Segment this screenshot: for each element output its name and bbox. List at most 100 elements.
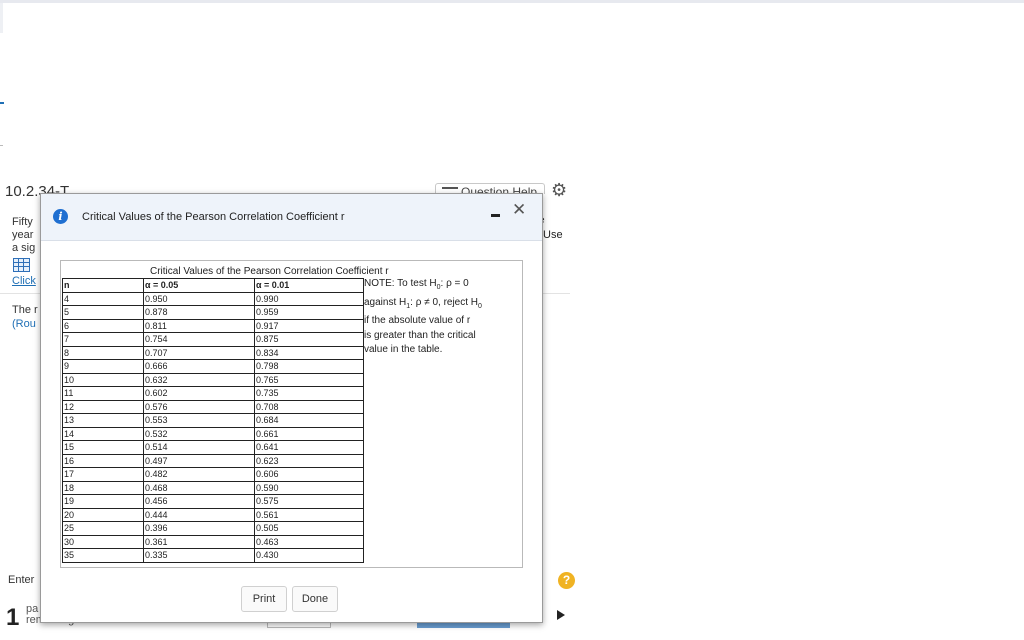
print-button[interactable]: Print: [241, 586, 287, 612]
table-row: 15 0.514 0.641: [62, 440, 364, 455]
dialog-header: i Critical Values of the Pearson Correla…: [41, 194, 542, 241]
cell-alpha-01: 0.505: [254, 521, 364, 536]
cell-alpha-01: 0.959: [254, 305, 364, 320]
critical-values-table: n α = 0.05 α = 0.01 4 0.950 0.990 5 0.878 0.9…: [62, 278, 364, 563]
question-text-line2: year: [12, 229, 34, 241]
cell-alpha-01: 0.735: [254, 386, 364, 401]
table-row: 9 0.666 0.798: [62, 359, 364, 374]
table-row: 25 0.396 0.505: [62, 521, 364, 536]
cell-n: 30: [62, 534, 144, 549]
cell-alpha-01: 0.765: [254, 372, 364, 387]
cell-alpha-05: 0.553: [143, 413, 255, 428]
cell-alpha-05: 0.532: [143, 426, 255, 441]
cell-alpha-05: 0.497: [143, 453, 255, 468]
dialog-title: Critical Values of the Pearson Correlati…: [82, 211, 345, 223]
click-link[interactable]: Click: [12, 275, 36, 287]
cell-alpha-01: 0.661: [254, 426, 364, 441]
help-icon[interactable]: ?: [558, 572, 575, 589]
cell-alpha-05: 0.754: [143, 332, 255, 347]
table-title: Critical Values of the Pearson Correlati…: [150, 266, 389, 277]
table-row: 7 0.754 0.875: [62, 332, 364, 347]
progress-marker: [0, 102, 4, 104]
cell-alpha-05: 0.444: [143, 507, 255, 522]
minimize-icon[interactable]: [491, 214, 500, 217]
data-table-icon[interactable]: [13, 258, 30, 272]
table-row: 30 0.361 0.463: [62, 534, 364, 549]
question-text-line3: a sig: [12, 242, 36, 254]
cell-alpha-01: 0.684: [254, 413, 364, 428]
cell-n: 14: [62, 426, 144, 441]
table-row: 5 0.878 0.959: [62, 305, 364, 320]
cell-n: 11: [62, 386, 144, 401]
close-icon[interactable]: ✕: [512, 202, 526, 219]
cell-alpha-05: 0.707: [143, 345, 255, 360]
cell-alpha-01: 0.875: [254, 332, 364, 347]
critical-values-dialog: i Critical Values of the Pearson Correla…: [40, 193, 543, 623]
column-header-alpha-01: α = 0.01: [254, 278, 364, 293]
cell-n: 12: [62, 399, 144, 414]
cell-n: 15: [62, 440, 144, 455]
enter-instruction: Enter: [8, 574, 35, 586]
cell-alpha-05: 0.950: [143, 291, 255, 306]
gear-icon[interactable]: ⚙: [551, 180, 567, 201]
next-arrow-icon[interactable]: [557, 610, 565, 620]
cell-n: 4: [62, 291, 144, 306]
table-row: 35 0.335 0.430: [62, 548, 364, 563]
table-row: 10 0.632 0.765: [62, 372, 364, 387]
answer-input[interactable]: [267, 623, 331, 628]
hypothesis-note: NOTE: To test H0: ρ = 0 against H1: ρ ≠ …: [364, 277, 482, 358]
table-row: 14 0.532 0.661: [62, 426, 364, 441]
table-row: 13 0.553 0.684: [62, 413, 364, 428]
divider-mark: [0, 145, 3, 146]
cell-n: 19: [62, 494, 144, 509]
note-line5: value in the table.: [364, 344, 443, 355]
cell-n: 16: [62, 453, 144, 468]
cell-alpha-01: 0.606: [254, 467, 364, 482]
note-line2-mid: : ρ ≠ 0, reject H: [410, 296, 479, 308]
table-row: 8 0.707 0.834: [62, 345, 364, 360]
cell-alpha-05: 0.396: [143, 521, 255, 536]
table-header-row: n α = 0.05 α = 0.01: [62, 278, 364, 293]
top-banner: [0, 0, 1024, 3]
cell-alpha-05: 0.335: [143, 548, 255, 563]
cell-n: 25: [62, 521, 144, 536]
table-row: 16 0.497 0.623: [62, 453, 364, 468]
check-answer-button[interactable]: [417, 623, 510, 628]
cell-alpha-05: 0.482: [143, 467, 255, 482]
cell-n: 10: [62, 372, 144, 387]
note-line3: if the absolute value of r: [364, 315, 471, 326]
cell-alpha-01: 0.561: [254, 507, 364, 522]
cell-alpha-01: 0.623: [254, 453, 364, 468]
column-header-n: n: [62, 278, 144, 293]
cell-alpha-05: 0.468: [143, 480, 255, 495]
cell-n: 6: [62, 318, 144, 333]
table-row: 12 0.576 0.708: [62, 399, 364, 414]
cell-alpha-05: 0.602: [143, 386, 255, 401]
cell-n: 18: [62, 480, 144, 495]
table-row: 20 0.444 0.561: [62, 507, 364, 522]
column-header-alpha-05: α = 0.05: [143, 278, 255, 293]
cell-n: 13: [62, 413, 144, 428]
click-link-text[interactable]: Click: [12, 275, 36, 287]
cell-alpha-01: 0.430: [254, 548, 364, 563]
cell-alpha-05: 0.361: [143, 534, 255, 549]
done-button[interactable]: Done: [292, 586, 338, 612]
cell-alpha-05: 0.576: [143, 399, 255, 414]
cell-n: 20: [62, 507, 144, 522]
note-line2-sub2: 0: [478, 302, 482, 310]
parts-count: 1: [6, 604, 20, 631]
cell-alpha-01: 0.463: [254, 534, 364, 549]
cell-alpha-01: 0.917: [254, 318, 364, 333]
table-row: 6 0.811 0.917: [62, 318, 364, 333]
table-row: 18 0.468 0.590: [62, 480, 364, 495]
table-row: 19 0.456 0.575: [62, 494, 364, 509]
cell-alpha-01: 0.590: [254, 480, 364, 495]
cell-alpha-05: 0.666: [143, 359, 255, 374]
cell-alpha-01: 0.708: [254, 399, 364, 414]
table-frame[interactable]: Critical Values of the Pearson Correlati…: [60, 260, 523, 568]
rounding-text: (Rou: [12, 318, 36, 330]
info-icon: i: [53, 209, 68, 224]
question-text-line1: Fifty: [12, 216, 33, 228]
table-row: 17 0.482 0.606: [62, 467, 364, 482]
cell-n: 8: [62, 345, 144, 360]
